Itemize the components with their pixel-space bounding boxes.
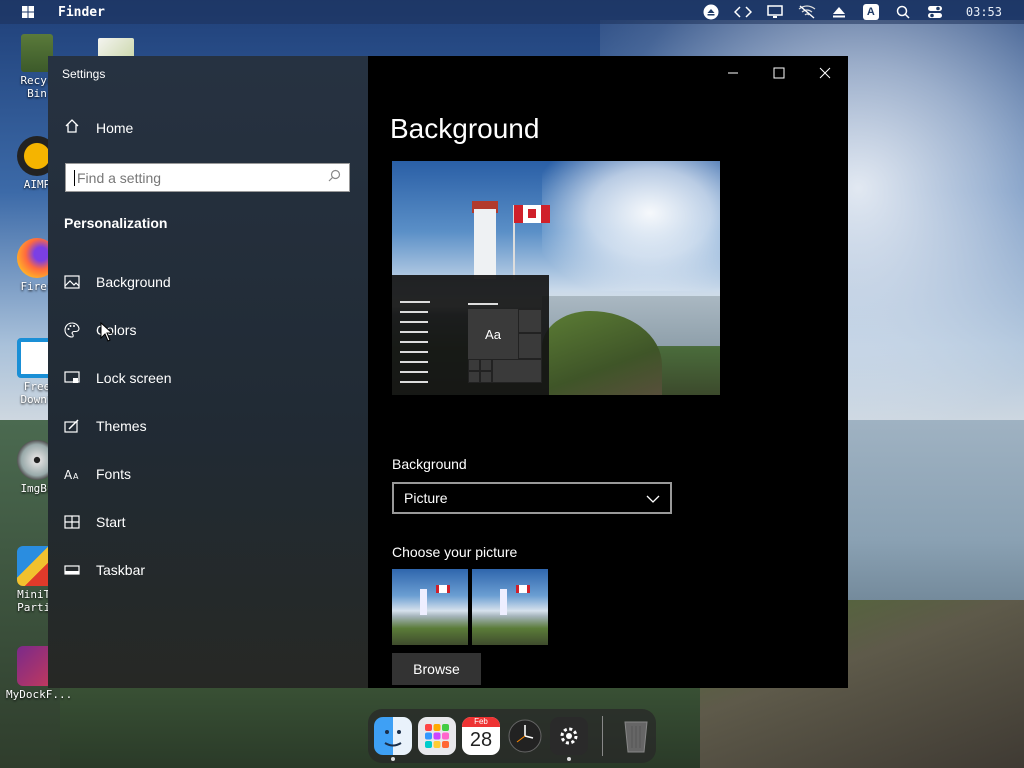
start-icon bbox=[64, 514, 80, 530]
taskbar-icon bbox=[64, 562, 80, 578]
preview-tile-text: Aa bbox=[468, 309, 518, 359]
calendar-day: 28 bbox=[469, 729, 493, 751]
launchpad-icon[interactable] bbox=[418, 717, 456, 755]
nav-item-label: Background bbox=[96, 274, 171, 290]
nav-item-start[interactable]: Start bbox=[48, 498, 368, 546]
nav-home-label: Home bbox=[96, 119, 134, 136]
preview-start-menu-mock: Aa bbox=[392, 275, 549, 395]
nav-item-label: Lock screen bbox=[96, 370, 172, 386]
search-icon[interactable] bbox=[892, 2, 914, 22]
trash-icon[interactable] bbox=[617, 717, 655, 755]
svg-text:A: A bbox=[64, 468, 73, 481]
canadian-flag-icon bbox=[514, 205, 550, 223]
nav-item-label: Fonts bbox=[96, 466, 132, 482]
calendar-icon[interactable]: Feb 28 bbox=[462, 717, 500, 755]
fonts-icon: AA bbox=[64, 466, 80, 482]
browse-button[interactable]: Browse bbox=[392, 653, 481, 685]
settings-icon[interactable] bbox=[550, 717, 588, 761]
palette-icon bbox=[64, 322, 80, 338]
window-title: Settings bbox=[62, 67, 106, 81]
settings-window: Settings Home Find a setting Personaliza… bbox=[48, 56, 848, 688]
nav-item-label: Start bbox=[96, 514, 126, 530]
background-preview: Aa bbox=[392, 161, 720, 395]
preview-clouds bbox=[542, 161, 720, 291]
svg-text:A: A bbox=[73, 472, 79, 481]
search-placeholder: Find a setting bbox=[77, 169, 162, 186]
windows-logo-icon[interactable] bbox=[16, 0, 40, 24]
personalization-nav-list: Background Colors Lock screen Themes A A… bbox=[48, 258, 368, 594]
dock: Feb 28 bbox=[368, 709, 656, 763]
wallpaper-sea bbox=[840, 420, 1024, 620]
menubar-clock[interactable]: 03:53 bbox=[966, 5, 1002, 19]
finder-icon[interactable] bbox=[374, 717, 412, 761]
choose-picture-label: Choose your picture bbox=[392, 544, 518, 560]
upload-icon[interactable] bbox=[828, 2, 850, 22]
mouse-cursor-icon bbox=[100, 322, 114, 342]
nav-item-colors[interactable]: Colors bbox=[48, 306, 368, 354]
search-input[interactable]: Find a setting bbox=[65, 163, 350, 192]
input-method-icon[interactable]: A bbox=[860, 2, 882, 22]
nav-item-lock-screen[interactable]: Lock screen bbox=[48, 354, 368, 402]
picture-icon bbox=[64, 274, 80, 290]
eject-icon[interactable] bbox=[700, 2, 722, 22]
calendar-month: Feb bbox=[462, 717, 500, 727]
search-icon[interactable] bbox=[328, 169, 341, 187]
background-type-label: Background bbox=[392, 456, 467, 472]
code-icon[interactable] bbox=[732, 2, 754, 22]
preview-list-lines bbox=[400, 301, 430, 391]
system-tray: A 03:53 bbox=[700, 2, 1002, 22]
background-type-dropdown[interactable]: Picture bbox=[392, 482, 672, 514]
settings-nav-pane: Settings Home Find a setting Personaliza… bbox=[48, 56, 368, 688]
active-app-name[interactable]: Finder bbox=[58, 5, 105, 20]
page-title: Background bbox=[390, 113, 540, 144]
picture-thumbnail[interactable] bbox=[472, 569, 548, 645]
picture-thumbnail[interactable] bbox=[392, 569, 468, 645]
preview-lighthouse bbox=[474, 209, 496, 279]
nav-home[interactable]: Home bbox=[64, 118, 133, 137]
home-icon bbox=[64, 118, 80, 137]
nav-item-background[interactable]: Background bbox=[48, 258, 368, 306]
nav-item-taskbar[interactable]: Taskbar bbox=[48, 546, 368, 594]
toggle-icon[interactable] bbox=[924, 2, 946, 22]
nav-item-themes[interactable]: Themes bbox=[48, 402, 368, 450]
lock-screen-icon bbox=[64, 370, 80, 386]
nav-item-label: Taskbar bbox=[96, 562, 146, 578]
text-caret bbox=[74, 169, 75, 186]
monitor-icon[interactable] bbox=[764, 2, 786, 22]
nav-item-fonts[interactable]: AA Fonts bbox=[48, 450, 368, 498]
settings-content-pane: Background Aa Background Picture Choose … bbox=[368, 56, 848, 688]
chevron-down-icon bbox=[646, 490, 660, 506]
dropdown-selected-value: Picture bbox=[404, 490, 448, 506]
top-menu-bar: Finder A 03:53 bbox=[0, 0, 1024, 24]
section-title-personalization: Personalization bbox=[64, 215, 168, 231]
themes-icon bbox=[64, 418, 80, 434]
preview-tiles-bar bbox=[468, 303, 498, 305]
network-off-icon[interactable] bbox=[796, 2, 818, 22]
dock-separator bbox=[602, 716, 603, 756]
nav-item-label: Themes bbox=[96, 418, 147, 434]
clock-icon[interactable] bbox=[506, 717, 544, 755]
